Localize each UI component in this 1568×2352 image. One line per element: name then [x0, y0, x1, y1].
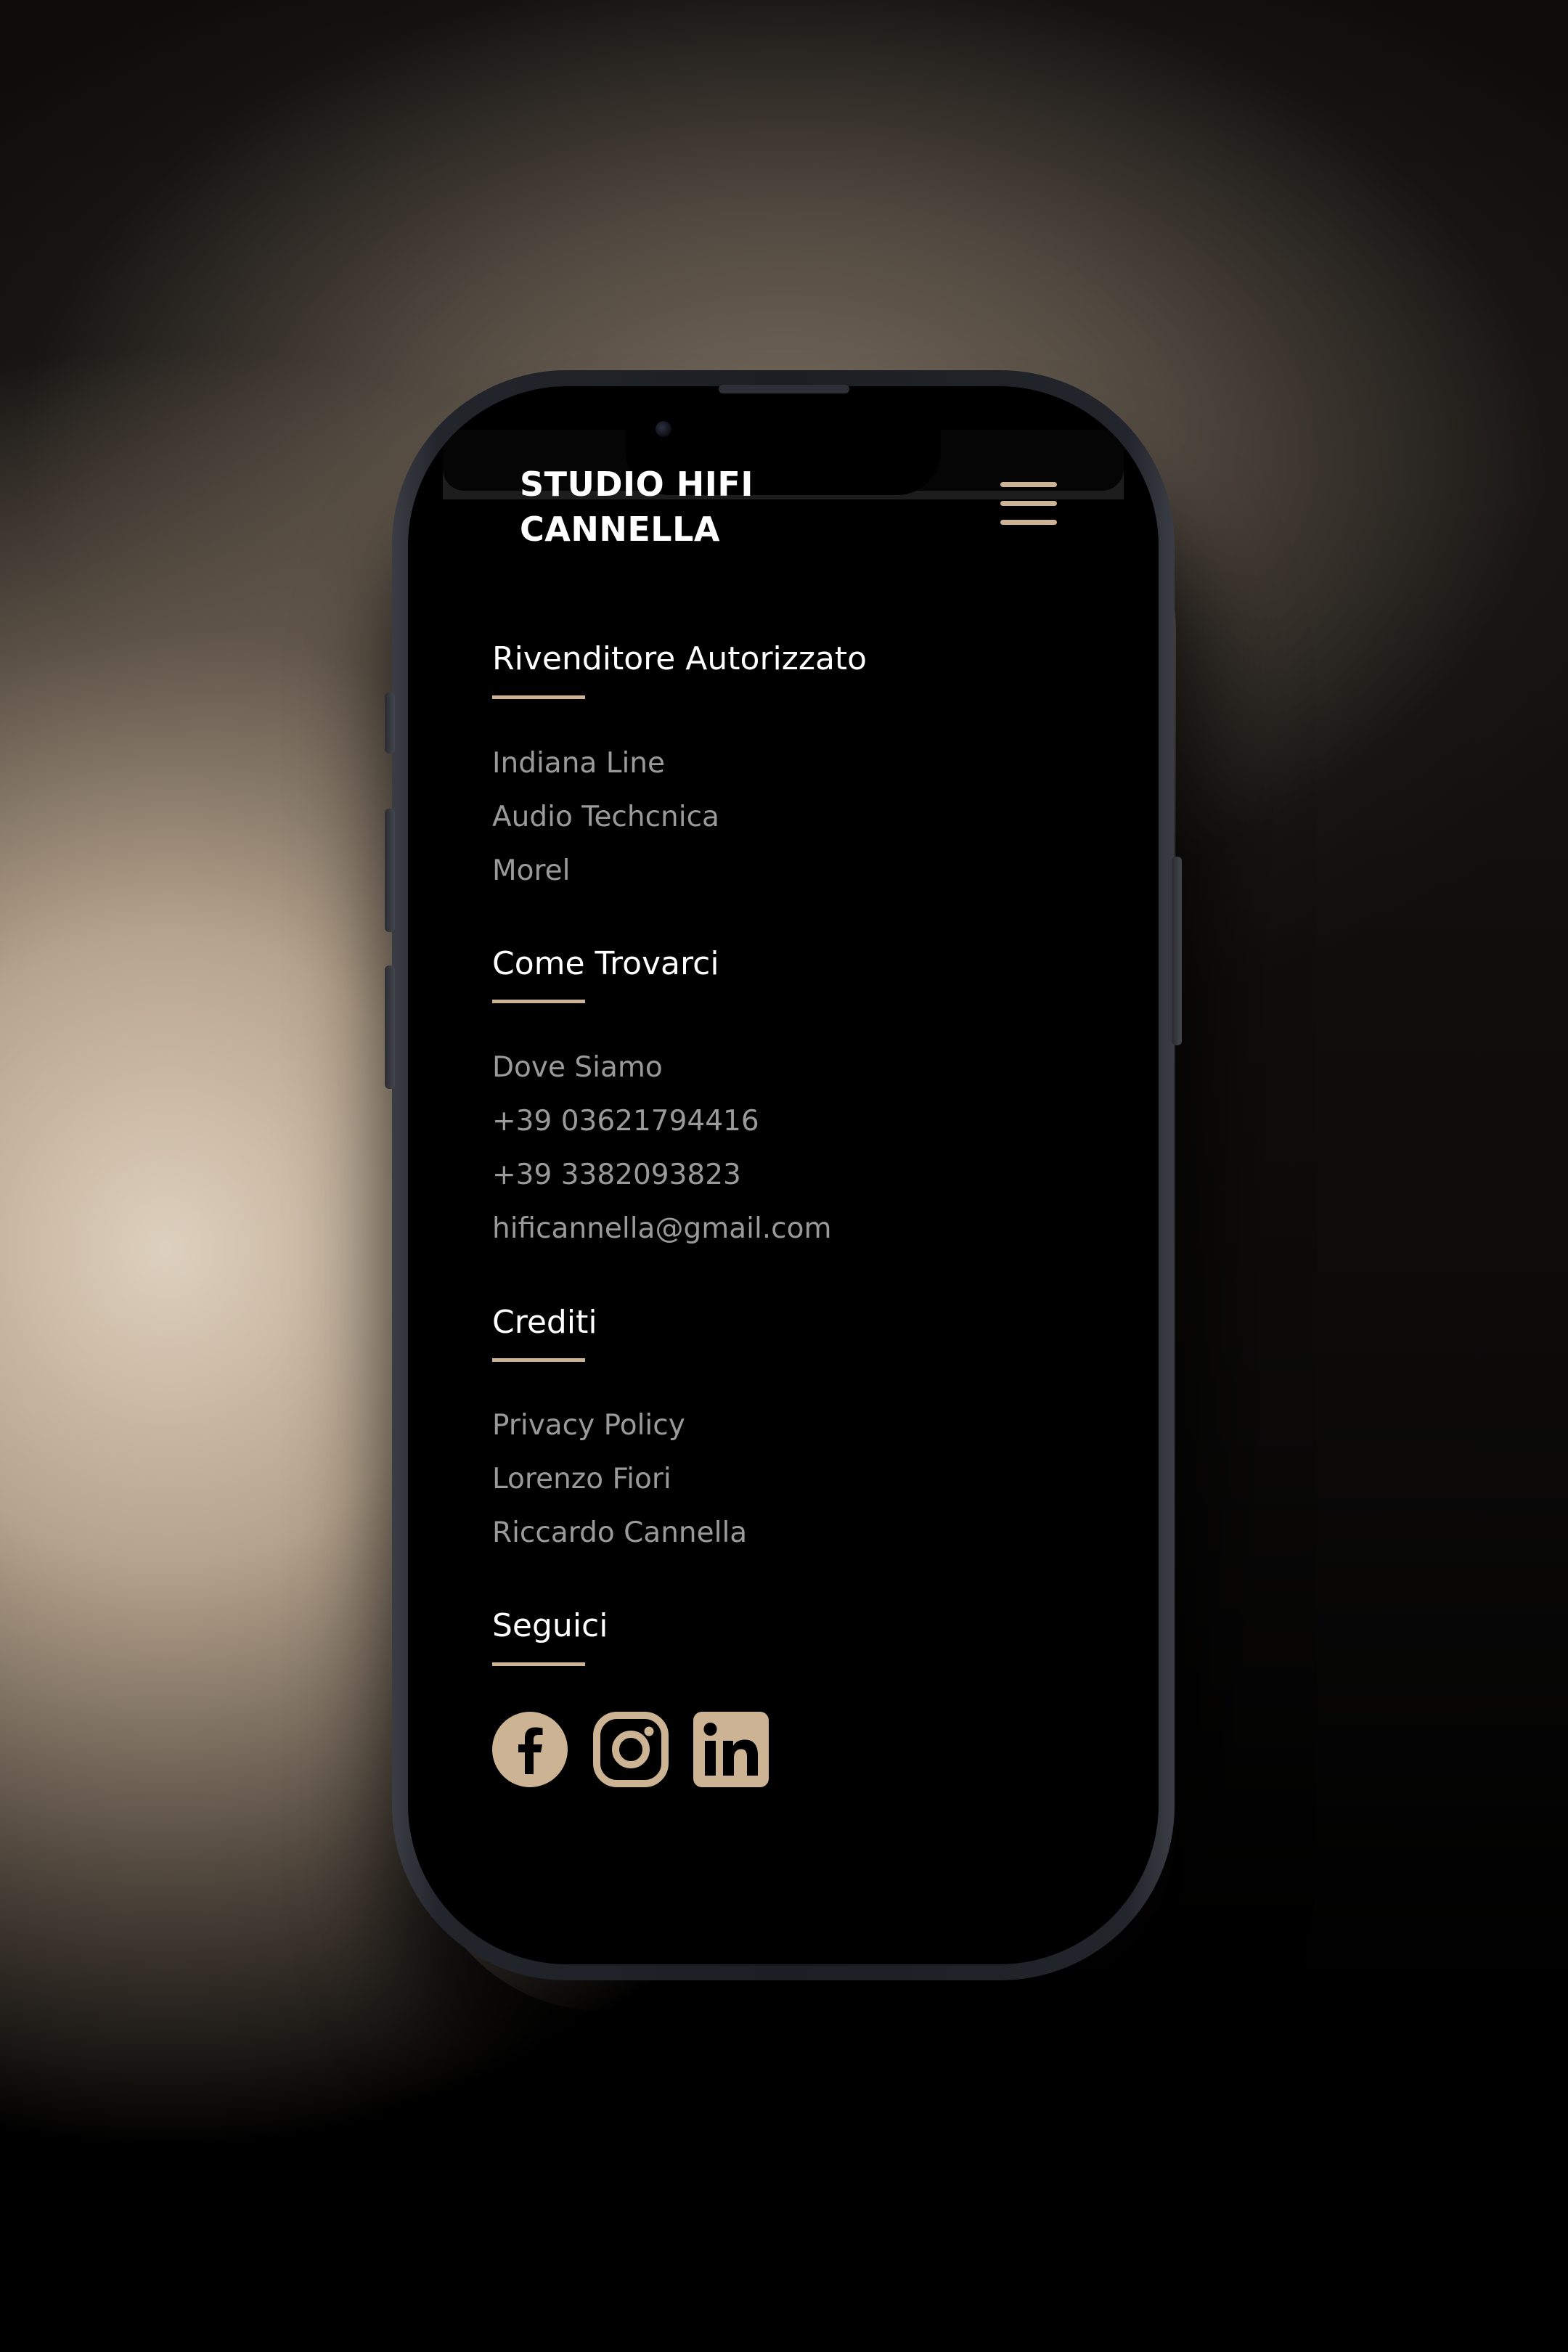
hamburger-line [1000, 501, 1057, 506]
section-divider [492, 1358, 585, 1362]
link-email[interactable]: hificannella@gmail.com [492, 1210, 831, 1248]
facebook-icon[interactable] [492, 1712, 568, 1787]
link-audio-techcnica[interactable]: Audio Techcnica [492, 799, 719, 836]
power-button [1172, 857, 1182, 1045]
site-logo[interactable]: STUDIO HIFI CANNELLA [520, 462, 825, 552]
section-title-seguici: Seguici [492, 1607, 608, 1644]
front-camera [656, 421, 671, 437]
link-morel[interactable]: Morel [492, 852, 571, 890]
link-dove-siamo[interactable]: Dove Siamo [492, 1049, 663, 1087]
link-phone-1[interactable]: +39 03621794416 [492, 1103, 759, 1140]
section-divider [492, 1662, 585, 1666]
volume-down-button [385, 965, 395, 1089]
section-title-crediti: Crediti [492, 1304, 597, 1341]
hamburger-line [1000, 520, 1057, 525]
link-indiana-line[interactable]: Indiana Line [492, 745, 665, 783]
earpiece-speaker [719, 385, 849, 393]
brand-line-1: STUDIO HIFI [520, 465, 754, 504]
link-riccardo-cannella[interactable]: Riccardo Cannella [492, 1514, 747, 1552]
linkedin-icon[interactable] [693, 1712, 769, 1787]
section-divider [492, 695, 585, 699]
link-phone-2[interactable]: +39 3382093823 [492, 1156, 741, 1194]
section-title-rivenditore: Rivenditore Autorizzato [492, 640, 867, 677]
instagram-icon[interactable] [593, 1712, 669, 1787]
volume-up-button [385, 809, 395, 932]
section-divider [492, 1000, 585, 1003]
section-title-come-trovarci: Come Trovarci [492, 945, 719, 982]
link-lorenzo-fiori[interactable]: Lorenzo Fiori [492, 1461, 671, 1498]
hamburger-menu-icon[interactable] [1000, 482, 1057, 527]
hamburger-line [1000, 482, 1057, 487]
action-button [385, 693, 395, 754]
brand-line-2: CANNELLA [520, 510, 721, 549]
link-privacy-policy[interactable]: Privacy Policy [492, 1407, 685, 1445]
